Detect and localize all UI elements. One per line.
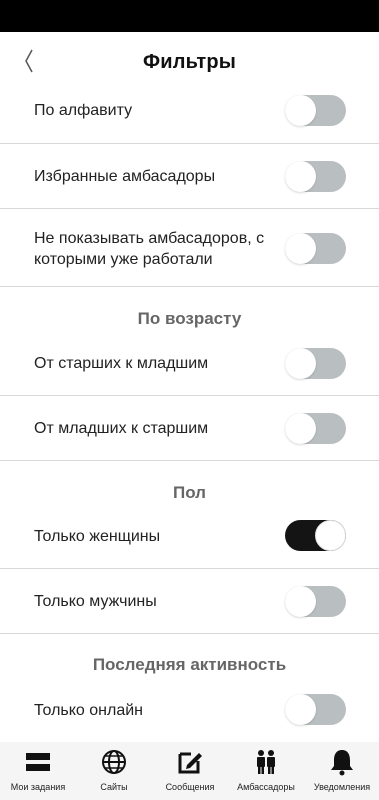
tasks-icon [26,753,50,771]
toggle-knob [285,95,316,126]
toggle-knob [285,161,316,192]
filter-label-older-first: От старших к младшим [34,355,209,372]
people-icon [257,750,275,774]
toggle-knob [285,413,316,444]
filter-row-men-only: Только мужчины [0,569,379,634]
filter-row-younger-first: От младших к старшим [0,396,379,461]
toggle-women-only[interactable] [285,520,346,551]
filter-row-alphabet: По алфавиту [0,94,379,144]
nav-item-sites[interactable]: Сайты [76,742,152,800]
nav-label-sites: Сайты [100,782,128,792]
toggle-online-only[interactable] [285,694,346,725]
edit-icon [178,752,202,774]
status-bar [0,0,379,32]
filter-row-online-only: Только онлайн [0,677,379,742]
globe-icon [102,750,126,774]
toggle-men-only[interactable] [285,586,346,617]
filter-label-favorites: Избранные амбасадоры [34,168,216,185]
bottom-nav: Мои задания Сайты Сообщения Амбассадоры … [0,742,379,800]
toggle-knob [315,520,346,551]
filter-label-hide-worked-line1: Не показывать амбасадоров, с [34,230,265,247]
nav-item-tasks[interactable]: Мои задания [0,742,76,800]
nav-label-tasks: Мои задания [10,782,66,792]
toggle-older-first[interactable] [285,348,346,379]
nav-item-ambassadors[interactable]: Амбассадоры [228,742,304,800]
page-title: Фильтры [142,51,237,73]
header: Фильтры [0,32,379,94]
toggle-alphabet[interactable] [285,95,346,126]
filter-label-women-only: Только женщины [34,528,161,545]
filter-row-older-first: От старших к младшим [0,331,379,396]
toggle-knob [285,586,316,617]
toggle-younger-first[interactable] [285,413,346,444]
nav-label-messages: Сообщения [165,782,215,792]
filters-list[interactable]: По алфавиту Избранные амбасадоры Не пока… [0,94,379,742]
toggle-knob [285,348,316,379]
bell-icon [331,750,353,776]
filter-row-hide-worked: Не показывать амбасадоров, с которыми уж… [0,209,379,287]
toggle-favorites[interactable] [285,161,346,192]
filter-label-alphabet: По алфавиту [34,102,133,119]
toggle-hide-worked[interactable] [285,233,346,264]
filter-label-men-only: Только мужчины [34,593,157,610]
filter-label-hide-worked-line2: которыми уже работали [34,251,213,268]
filter-label-younger-first: От младших к старшим [34,420,209,437]
nav-label-notifications: Уведомления [313,782,371,792]
section-title-age: По возрасту [137,309,242,328]
filter-label-online-only: Только онлайн [34,702,144,719]
toggle-knob [285,694,316,725]
filter-row-women-only: Только женщины [0,504,379,569]
section-title-gender: Пол [173,483,206,502]
nav-item-messages[interactable]: Сообщения [152,742,228,800]
nav-item-notifications[interactable]: Уведомления [304,742,379,800]
filter-row-favorites: Избранные амбасадоры [0,144,379,209]
toggle-knob [285,233,316,264]
nav-label-ambassadors: Амбассадоры [237,782,295,792]
section-title-activity: Последняя активность [92,655,287,674]
